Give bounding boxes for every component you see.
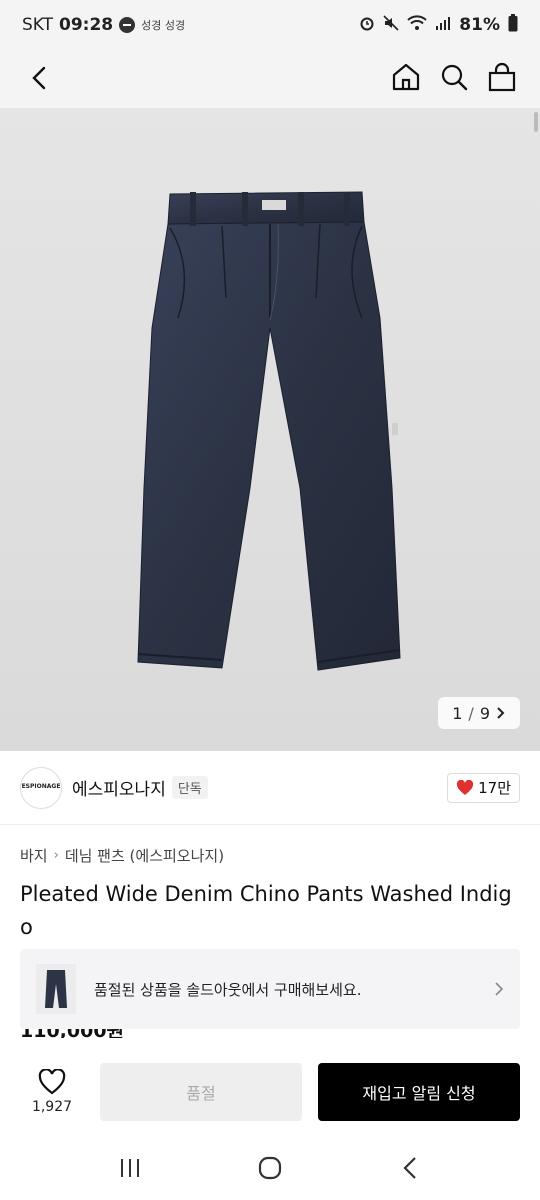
mute-icon (383, 14, 399, 36)
heart-filled-icon (457, 779, 474, 795)
heart-outline-icon (38, 1069, 66, 1095)
search-icon (441, 64, 468, 91)
brand-like-button[interactable]: 17만 (447, 772, 520, 803)
back-button[interactable] (24, 63, 54, 93)
exclusive-badge: 단독 (171, 776, 208, 799)
brand-name[interactable]: 에스피오나지 (72, 775, 166, 800)
alarm-icon (359, 15, 375, 36)
product-like-count: 1,927 (31, 1099, 73, 1115)
soldout-button[interactable]: 품절 (100, 1063, 302, 1121)
recent-apps-button[interactable] (110, 1148, 150, 1188)
pager-current: 1 (452, 703, 463, 723)
pager-separator: / (468, 703, 474, 723)
signal-icon (435, 15, 451, 36)
breadcrumb: 바지 › 데님 팬츠 (에스피오나지) (20, 845, 224, 866)
battery-level: 81% (459, 15, 500, 35)
recent-apps-icon (121, 1159, 139, 1177)
product-image-gallery[interactable]: 1 / 9 (0, 108, 540, 751)
search-button[interactable] (438, 60, 470, 94)
clock: 09:28 (59, 15, 114, 35)
brand-logo-text: ESPIONAGE (21, 783, 61, 791)
back-arrow-icon (403, 1157, 416, 1179)
chevron-right-icon (497, 707, 505, 719)
wifi-icon (407, 14, 427, 36)
home-nav-button[interactable] (250, 1148, 290, 1188)
chevron-right-icon (495, 982, 504, 996)
battery-icon (508, 13, 518, 37)
product-like-button[interactable]: 1,927 (20, 1069, 84, 1115)
app-header (0, 50, 540, 108)
breadcrumb-category[interactable]: 바지 (20, 845, 48, 866)
status-bar: SKT 09:28 성경 성경 81% (0, 0, 540, 50)
soldout-banner-text: 품절된 상품을 솔드아웃에서 구매해보세요. (94, 980, 362, 999)
soldout-thumbnail (36, 964, 76, 1014)
gallery-pager[interactable]: 1 / 9 (438, 697, 520, 729)
home-icon (392, 63, 420, 91)
home-circle-icon (258, 1156, 282, 1180)
chevron-right-icon: › (53, 848, 59, 863)
pants-thumbnail-icon (45, 970, 67, 1008)
carrier-label: SKT (22, 15, 54, 35)
brand-row: ESPIONAGE 에스피오나지 단독 17만 (0, 751, 540, 825)
status-left: SKT 09:28 성경 성경 (22, 15, 185, 35)
back-icon (32, 66, 46, 90)
product-image (137, 191, 401, 671)
bottom-action-bar: 1,927 품절 재입고 알림 신청 (0, 1048, 540, 1136)
breadcrumb-subcategory[interactable]: 데님 팬츠 (에스피오나지) (65, 845, 224, 866)
header-actions (390, 60, 518, 94)
pager-total: 9 (479, 703, 490, 723)
status-right: 81% (359, 13, 518, 37)
home-button[interactable] (390, 60, 422, 94)
back-nav-button[interactable] (390, 1148, 430, 1188)
cart-icon (488, 62, 516, 92)
restock-alert-button[interactable]: 재입고 알림 신청 (318, 1063, 520, 1121)
notification-text: 성경 성경 (141, 19, 186, 32)
brand-like-count: 17만 (478, 779, 511, 797)
cart-button[interactable] (486, 60, 518, 94)
scrollbar[interactable] (534, 112, 538, 132)
soldout-banner[interactable]: 품절된 상품을 솔드아웃에서 구매해보세요. (20, 949, 520, 1029)
do-not-disturb-icon (119, 17, 136, 33)
brand-logo[interactable]: ESPIONAGE (20, 766, 62, 809)
product-title: Pleated Wide Denim Chino Pants Washed In… (20, 882, 512, 939)
system-nav-bar (0, 1136, 540, 1200)
